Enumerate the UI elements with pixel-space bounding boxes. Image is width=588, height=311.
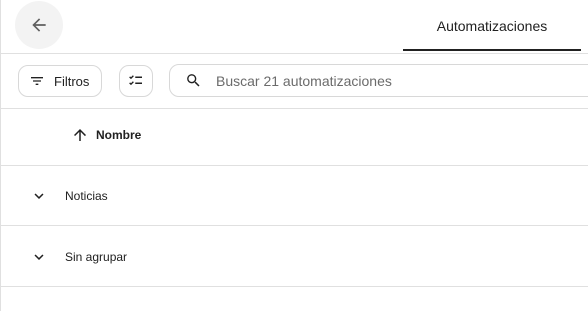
table-header: Nombre [1, 109, 588, 166]
back-button[interactable] [15, 1, 63, 49]
group-label: Sin agrupar [65, 249, 128, 264]
active-tab-indicator [403, 49, 581, 51]
filters-button[interactable]: Filtros [18, 65, 102, 97]
search-input[interactable] [216, 72, 576, 89]
group-header-sin-agrupar[interactable]: Sin agrupar [1, 227, 588, 287]
search-icon [185, 72, 202, 89]
tab-automations[interactable]: Automatizaciones [403, 0, 581, 52]
filter-list-icon [29, 73, 45, 89]
arrow-up-icon [71, 126, 89, 144]
top-app-bar: Automatizaciones [1, 0, 588, 54]
filter-toolbar: Filtros [1, 53, 588, 109]
filters-button-label: Filtros [54, 73, 90, 89]
arrow-left-icon [29, 15, 49, 35]
sort-column-label: Nombre [96, 128, 142, 142]
automations-page: Automatizaciones Filtros Buscar 21 autom… [0, 0, 588, 311]
chevron-down-icon [30, 248, 48, 266]
checklist-icon [127, 72, 145, 90]
group-header-noticias[interactable]: Noticias [1, 166, 588, 226]
group-label: Noticias [65, 188, 108, 203]
multi-select-button[interactable] [119, 65, 153, 97]
chevron-down-icon [30, 187, 48, 205]
sort-by-name-button[interactable]: Nombre [71, 126, 141, 144]
search-box [169, 64, 588, 97]
